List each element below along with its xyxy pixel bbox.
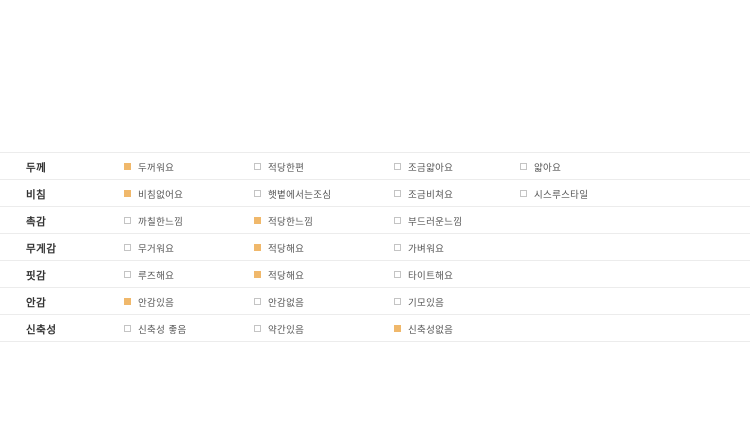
unchecked-box-icon xyxy=(254,325,261,332)
unchecked-box-icon xyxy=(254,163,261,170)
option-label: 신축성없음 xyxy=(408,324,454,336)
option-label: 무거워요 xyxy=(138,243,175,255)
fabric-spec-table: 두께 두꺼워요 적당한편 조금얇아요 얇아요 비침 비침없어요 햇볕에서는조심 … xyxy=(0,152,750,342)
option: 시스루스타일 xyxy=(520,180,588,207)
spec-row-thickness: 두께 두꺼워요 적당한편 조금얇아요 얇아요 xyxy=(0,153,750,180)
checked-box-icon xyxy=(124,298,131,305)
unchecked-box-icon xyxy=(124,325,131,332)
row-label: 무게감 xyxy=(26,243,57,255)
row-label: 촉감 xyxy=(26,216,47,228)
spec-row-sheerness: 비침 비침없어요 햇볕에서는조심 조금비쳐요 시스루스타일 xyxy=(0,180,750,207)
option-label: 조금얇아요 xyxy=(408,162,454,174)
option: 신축성 좋음 xyxy=(124,315,187,342)
unchecked-box-icon xyxy=(124,271,131,278)
option: 안감없음 xyxy=(254,288,304,315)
option-label: 루즈해요 xyxy=(138,270,175,282)
option-label: 비침없어요 xyxy=(138,189,184,201)
option: 조금얇아요 xyxy=(394,153,453,180)
unchecked-box-icon xyxy=(394,217,401,224)
unchecked-box-icon xyxy=(520,190,527,197)
option: 까칠한느낌 xyxy=(124,207,183,234)
option: 적당해요 xyxy=(254,261,304,288)
option-label: 햇볕에서는조심 xyxy=(268,189,332,201)
checked-box-icon xyxy=(254,271,261,278)
option: 타이트해요 xyxy=(394,261,453,288)
spec-row-fit: 핏감 루즈해요 적당해요 타이트해요 xyxy=(0,261,750,288)
option: 부드러운느낌 xyxy=(394,207,462,234)
option: 약간있음 xyxy=(254,315,304,342)
unchecked-box-icon xyxy=(394,298,401,305)
spec-row-stretch: 신축성 신축성 좋음 약간있음 신축성없음 xyxy=(0,315,750,342)
option: 비침없어요 xyxy=(124,180,183,207)
option-label: 두꺼워요 xyxy=(138,162,175,174)
row-label: 두께 xyxy=(26,162,47,174)
checked-box-icon xyxy=(124,163,131,170)
option-label: 적당해요 xyxy=(268,243,305,255)
option-label: 가벼워요 xyxy=(408,243,445,255)
unchecked-box-icon xyxy=(124,244,131,251)
checked-box-icon xyxy=(394,325,401,332)
option: 루즈해요 xyxy=(124,261,174,288)
option: 적당해요 xyxy=(254,234,304,261)
option-label: 타이트해요 xyxy=(408,270,454,282)
unchecked-box-icon xyxy=(394,163,401,170)
option: 무거워요 xyxy=(124,234,174,261)
option: 적당한느낌 xyxy=(254,207,313,234)
spec-row-lining: 안감 안감있음 안감없음 기모있음 xyxy=(0,288,750,315)
option-label: 적당한느낌 xyxy=(268,216,314,228)
unchecked-box-icon xyxy=(394,271,401,278)
option: 안감있음 xyxy=(124,288,174,315)
row-label: 비침 xyxy=(26,189,47,201)
option: 적당한편 xyxy=(254,153,304,180)
option-label: 적당해요 xyxy=(268,270,305,282)
option-label: 얇아요 xyxy=(534,162,562,174)
option-label: 안감있음 xyxy=(138,297,175,309)
option-label: 조금비쳐요 xyxy=(408,189,454,201)
unchecked-box-icon xyxy=(254,298,261,305)
row-label: 신축성 xyxy=(26,324,57,336)
option-label: 부드러운느낌 xyxy=(408,216,463,228)
option: 얇아요 xyxy=(520,153,561,180)
option: 신축성없음 xyxy=(394,315,453,342)
option-label: 약간있음 xyxy=(268,324,305,336)
option: 두꺼워요 xyxy=(124,153,174,180)
option-label: 적당한편 xyxy=(268,162,305,174)
checked-box-icon xyxy=(254,244,261,251)
row-label: 핏감 xyxy=(26,270,47,282)
option-label: 시스루스타일 xyxy=(534,189,589,201)
option: 기모있음 xyxy=(394,288,444,315)
option: 가벼워요 xyxy=(394,234,444,261)
unchecked-box-icon xyxy=(124,217,131,224)
unchecked-box-icon xyxy=(520,163,527,170)
checked-box-icon xyxy=(254,217,261,224)
option-label: 까칠한느낌 xyxy=(138,216,184,228)
option-label: 기모있음 xyxy=(408,297,445,309)
checked-box-icon xyxy=(124,190,131,197)
spec-row-texture: 촉감 까칠한느낌 적당한느낌 부드러운느낌 xyxy=(0,207,750,234)
row-label: 안감 xyxy=(26,297,47,309)
option-label: 안감없음 xyxy=(268,297,305,309)
unchecked-box-icon xyxy=(394,244,401,251)
option-label: 신축성 좋음 xyxy=(138,324,187,336)
unchecked-box-icon xyxy=(254,190,261,197)
option: 조금비쳐요 xyxy=(394,180,453,207)
spec-row-weight: 무게감 무거워요 적당해요 가벼워요 xyxy=(0,234,750,261)
unchecked-box-icon xyxy=(394,190,401,197)
option: 햇볕에서는조심 xyxy=(254,180,331,207)
